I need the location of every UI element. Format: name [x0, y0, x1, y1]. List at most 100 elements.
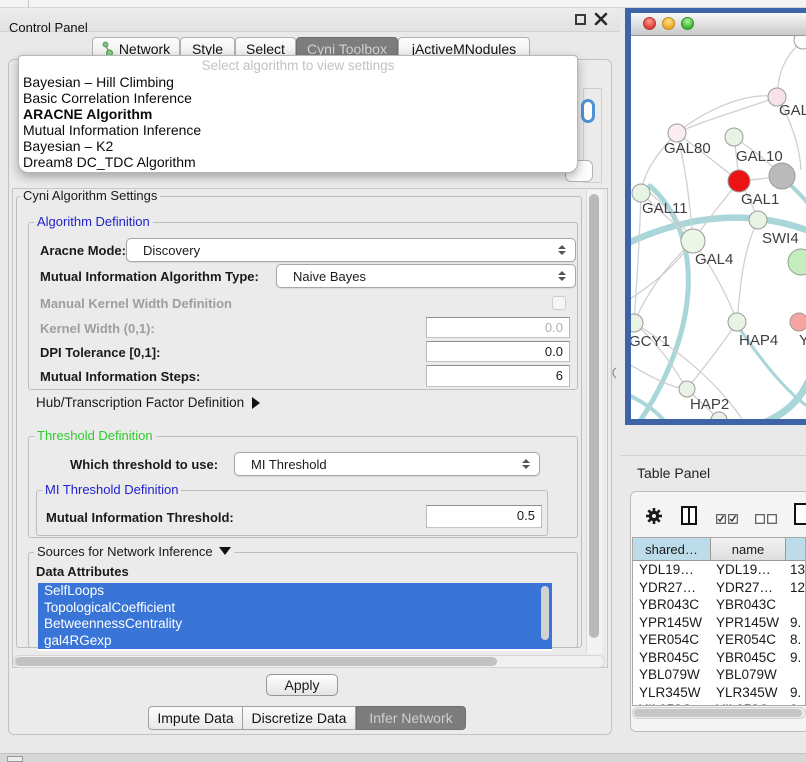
- mi-type-label: Mutual Information Algorithm Type:: [40, 269, 259, 284]
- new-table-button[interactable]: [794, 503, 806, 530]
- node-salmon[interactable]: [790, 313, 806, 331]
- checked-boxes-icon: [716, 514, 738, 525]
- node-hap2[interactable]: [679, 381, 695, 397]
- table-cell: YBR045C: [711, 649, 786, 667]
- kernel-width-input[interactable]: 0.0: [426, 317, 570, 338]
- control-panel-title: Control Panel: [9, 20, 88, 35]
- table-cell: YPR145W: [633, 614, 711, 632]
- table-cell: YBL079W: [633, 666, 711, 684]
- select-all-button[interactable]: [716, 512, 738, 530]
- node-hap4[interactable]: [728, 313, 746, 331]
- apply-button[interactable]: Apply: [266, 674, 338, 696]
- node-gal10[interactable]: [725, 128, 743, 146]
- table-cell: YBR045C: [633, 649, 711, 667]
- algorithm-option[interactable]: Basic Correlation Inference: [23, 90, 573, 106]
- column-header-name[interactable]: name: [711, 538, 786, 561]
- node-label: GAL4: [695, 251, 733, 268]
- split-columns-icon: [681, 506, 697, 525]
- algorithm-option[interactable]: Bayesian – K2: [23, 138, 573, 154]
- stepper-icon: [558, 245, 566, 255]
- algorithm-option[interactable]: Mutual Information Inference: [23, 122, 573, 138]
- panel-splitter-handle[interactable]: [610, 366, 618, 384]
- minimize-traffic-light[interactable]: [662, 17, 675, 30]
- network-window-titlebar: [631, 13, 806, 36]
- table-row[interactable]: YBR045C YBR045C 9.: [633, 649, 805, 667]
- which-threshold-select[interactable]: MI Threshold: [234, 452, 540, 476]
- mi-threshold-input[interactable]: 0.5: [426, 505, 542, 528]
- node-gray[interactable]: [769, 163, 795, 189]
- aracne-mode-value: Discovery: [143, 243, 200, 258]
- table-cell: YER054C: [711, 631, 786, 649]
- table-cell: YBL079W: [711, 666, 786, 684]
- node-gal4[interactable]: [681, 229, 705, 253]
- settings-hscrollbar-thumb[interactable]: [15, 657, 497, 666]
- edge: [687, 322, 737, 389]
- node[interactable]: [711, 412, 727, 419]
- network-graph: GAL GAL80 GAL10 GAL1 GAL11 GAL4 SWI4 GCY…: [631, 36, 806, 419]
- node-label: Y: [799, 332, 806, 349]
- table-row-clipped[interactable]: YIL052C YIL052C 9: [633, 701, 805, 706]
- node-label: GCY1: [631, 333, 670, 350]
- aracne-mode-select[interactable]: Discovery: [126, 238, 576, 262]
- node-green-large[interactable]: [788, 249, 806, 275]
- table-cell: YER054C: [633, 631, 711, 649]
- node-label: HAP4: [739, 332, 778, 349]
- tab-infer-label: Infer Network: [369, 710, 452, 726]
- column-header-shared-name[interactable]: shared…: [633, 538, 711, 561]
- tab-impute-data[interactable]: Impute Data: [148, 706, 243, 730]
- algorithm-option-selected[interactable]: ARACNE Algorithm: [23, 106, 573, 122]
- manual-kernel-checkbox[interactable]: [552, 296, 566, 310]
- node-swi4[interactable]: [749, 211, 767, 229]
- node-table[interactable]: shared… name A YDL19… YDL19… 13 YDR27… Y…: [632, 537, 806, 706]
- node-gal1-selected[interactable]: [728, 170, 750, 192]
- algorithm-option[interactable]: Bayesian – Hill Climbing: [23, 74, 573, 90]
- algorithm-option[interactable]: Dream8 DC_TDC Algorithm: [23, 154, 573, 170]
- table-settings-button[interactable]: [645, 507, 663, 530]
- close-traffic-light[interactable]: [643, 17, 656, 30]
- attribute-item[interactable]: gal4RGexp: [38, 633, 552, 650]
- bottom-left-widget: [7, 756, 23, 762]
- table-row[interactable]: YBL079W YBL079W: [633, 666, 805, 684]
- table-row[interactable]: YLR345W YLR345W 9.: [633, 684, 805, 702]
- close-panel-button[interactable]: [594, 12, 608, 26]
- node-label: HAP2: [690, 396, 729, 413]
- table-hscrollbar-thumb[interactable]: [634, 709, 802, 717]
- sources-group-title[interactable]: Sources for Network Inference: [34, 545, 234, 559]
- table-cell: YLR345W: [711, 684, 786, 702]
- table-cell: YDL19…: [633, 561, 711, 579]
- split-panel-button[interactable]: [681, 506, 697, 530]
- zoom-traffic-light[interactable]: [681, 17, 694, 30]
- table-cell: YBR043C: [633, 596, 711, 614]
- attribute-item[interactable]: BetweennessCentrality: [38, 616, 552, 633]
- column-header-partial[interactable]: A: [786, 538, 806, 561]
- table-row[interactable]: YDL19… YDL19… 13: [633, 561, 805, 579]
- table-row[interactable]: YBR043C YBR043C: [633, 596, 805, 614]
- settings-vscrollbar-thumb[interactable]: [589, 194, 599, 638]
- data-attributes-list: SelfLoops TopologicalCoefficient Between…: [38, 583, 552, 651]
- hub-definition-expander[interactable]: Hub/Transcription Factor Definition: [36, 395, 260, 410]
- bottom-status-strip: [0, 753, 806, 762]
- stepper-icon: [522, 459, 530, 469]
- network-canvas[interactable]: GAL GAL80 GAL10 GAL1 GAL11 GAL4 SWI4 GCY…: [631, 36, 806, 419]
- attributes-list-scrollbar-thumb[interactable]: [541, 586, 549, 640]
- unchecked-boxes-icon: [755, 514, 777, 525]
- table-row[interactable]: YDR27… YDR27… 12: [633, 579, 805, 597]
- table-row[interactable]: YPR145W YPR145W 9.: [633, 614, 805, 632]
- tab-discretize-data[interactable]: Discretize Data: [243, 706, 356, 730]
- cyni-algorithm-settings-title: Cyni Algorithm Settings: [20, 189, 160, 203]
- node-label: GAL11: [642, 200, 688, 217]
- deselect-all-button[interactable]: [755, 512, 777, 530]
- table-row[interactable]: YER054C YER054C 8.: [633, 631, 805, 649]
- dropdown-items: Bayesian – Hill Climbing Basic Correlati…: [23, 74, 573, 170]
- mi-type-select[interactable]: Naive Bayes: [276, 264, 576, 288]
- tab-infer-network[interactable]: Infer Network: [356, 706, 466, 730]
- dpi-tolerance-label: DPI Tolerance [0,1]:: [40, 345, 160, 360]
- table-cell: YLR345W: [633, 684, 711, 702]
- float-window-button[interactable]: [575, 14, 586, 25]
- dropdown-placeholder: Select algorithm to view settings: [19, 58, 577, 73]
- mi-steps-input[interactable]: 6: [426, 365, 570, 387]
- dpi-tolerance-input[interactable]: 0.0: [426, 341, 570, 362]
- attribute-item[interactable]: SelfLoops: [38, 583, 552, 600]
- collapse-down-icon: [219, 547, 231, 555]
- attribute-item[interactable]: TopologicalCoefficient: [38, 600, 552, 617]
